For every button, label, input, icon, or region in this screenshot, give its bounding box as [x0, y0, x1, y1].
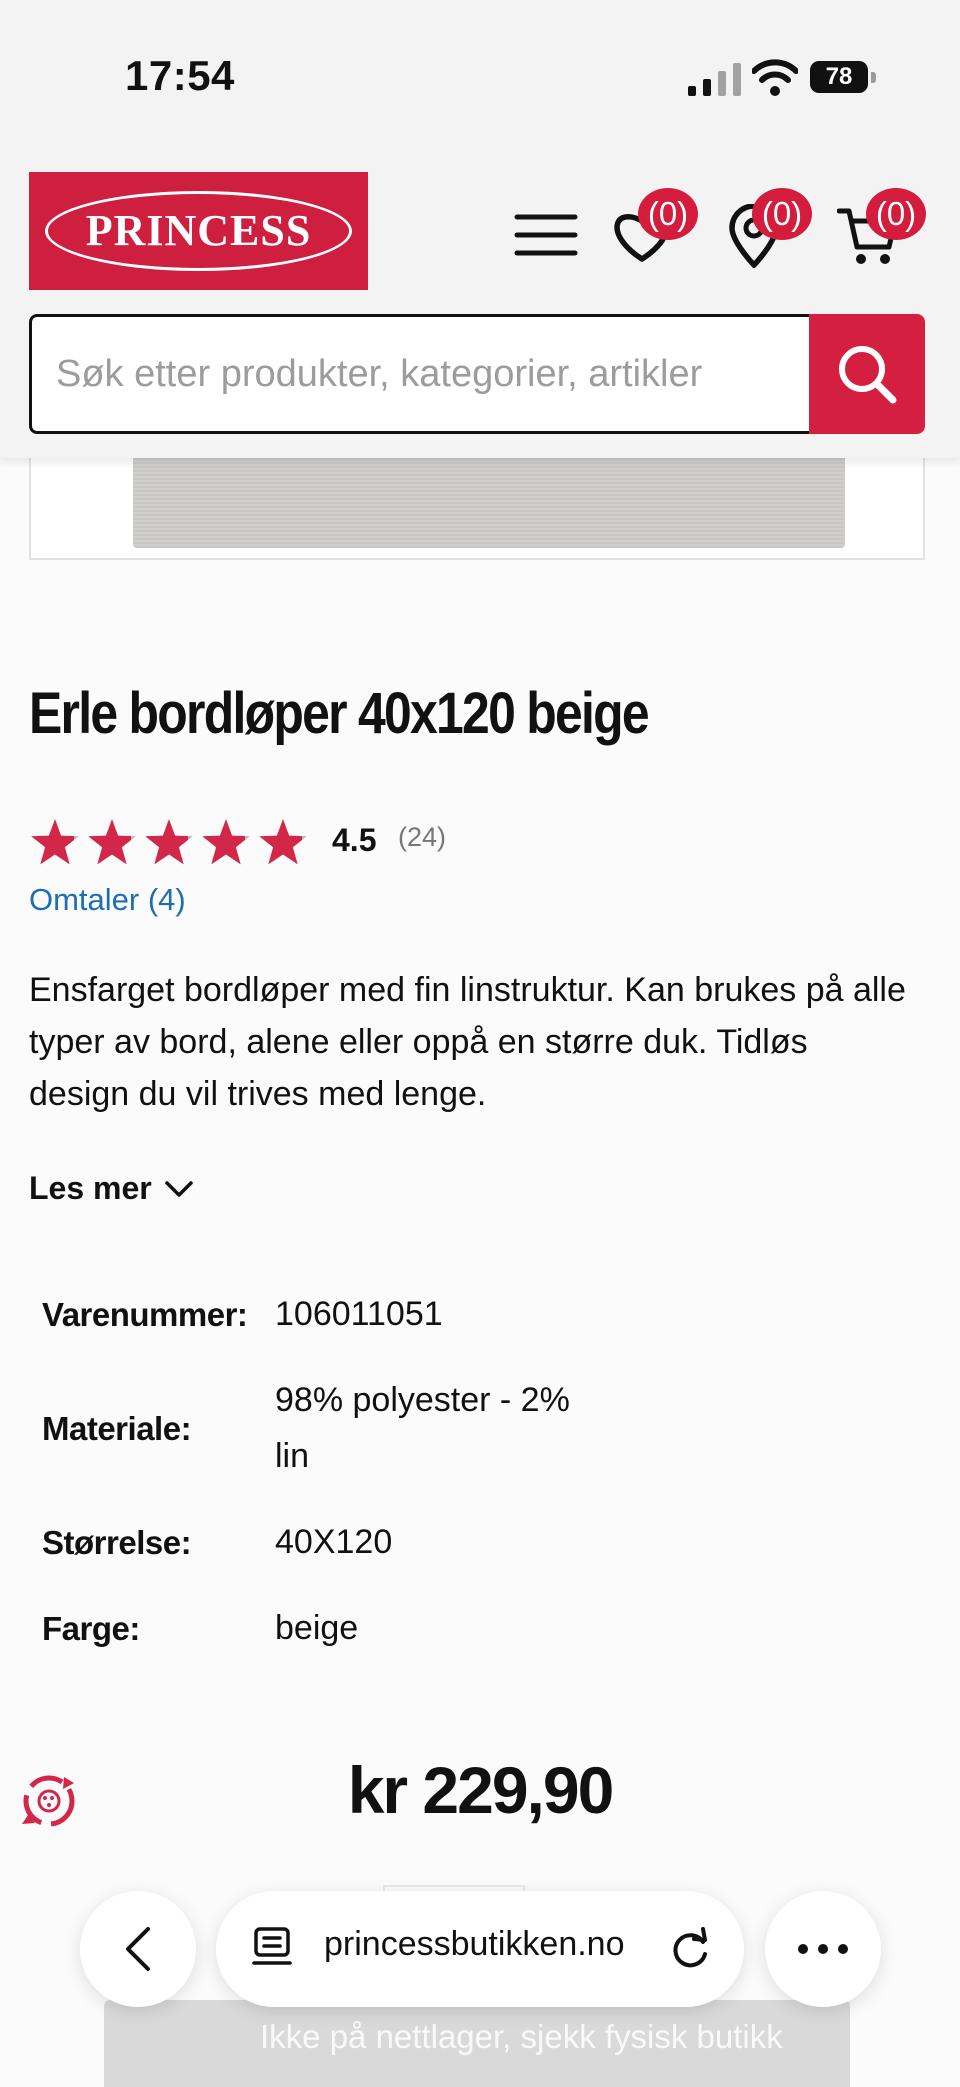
product-title: Erle bordløper 40x120 beige	[29, 681, 650, 746]
spec-value-material: 98% polyester - 2%	[275, 1381, 570, 1419]
status-bar: 17:54 78	[0, 0, 960, 160]
store-locator-button[interactable]: (0)	[718, 188, 812, 272]
stock-status-text: Ikke på nettlager, sjekk fysisk butikk	[260, 2018, 783, 2055]
rating-stars	[31, 819, 307, 865]
cellular-signal-icon	[688, 63, 741, 96]
chevron-down-icon	[164, 1180, 193, 1197]
hamburger-menu-icon	[514, 214, 578, 256]
store-count-badge: (0)	[752, 188, 812, 240]
browser-url: princessbutikken.no	[324, 1925, 625, 1963]
reload-icon[interactable]	[670, 1925, 712, 1971]
search-bar	[29, 314, 925, 434]
search-input[interactable]	[29, 314, 811, 434]
chevron-left-icon	[126, 1927, 150, 1971]
cart-button[interactable]: (0)	[832, 188, 926, 272]
spec-label-size: Størrelse:	[42, 1524, 192, 1561]
search-button[interactable]	[809, 314, 925, 434]
rating-value: 4.5	[332, 822, 377, 858]
browser-more-button[interactable]	[765, 1891, 881, 2007]
product-description: Ensfarget bordløper med fin linstruktur.…	[29, 971, 906, 1113]
reviews-link[interactable]: Omtaler (4)	[29, 882, 186, 918]
site-header: PRINCESS (0) (0) (0)	[0, 160, 960, 458]
cart-count-badge: (0)	[866, 188, 926, 240]
spec-label-color: Farge:	[42, 1610, 140, 1647]
read-more-label: Les mer	[29, 1170, 152, 1206]
spec-label-item-number: Varenummer:	[42, 1296, 248, 1333]
rating-count: (24)	[398, 822, 447, 852]
wifi-icon	[752, 59, 798, 96]
more-options-icon	[798, 1944, 848, 1954]
page-settings-icon	[252, 1927, 292, 1965]
logo-text: PRINCESS	[85, 206, 312, 255]
battery-level: 78	[810, 61, 868, 93]
product-price: kr 229,90	[347, 1753, 615, 1827]
spec-value-item-number: 106011051	[275, 1295, 443, 1333]
search-icon	[839, 346, 897, 404]
spec-value-material-line2: lin	[275, 1437, 310, 1475]
spec-value-color: beige	[275, 1609, 359, 1647]
wishlist-count-badge: (0)	[638, 188, 698, 240]
spec-value-size: 40X120	[275, 1523, 393, 1561]
menu-button[interactable]	[514, 206, 578, 264]
wishlist-button[interactable]: (0)	[606, 188, 698, 272]
battery-icon: 78	[810, 61, 876, 93]
read-more-toggle[interactable]: Les mer	[29, 1170, 194, 1207]
princess-logo[interactable]: PRINCESS	[29, 172, 368, 290]
spec-label-material: Materiale:	[42, 1410, 192, 1447]
status-time: 17:54	[125, 52, 235, 99]
browser-back-button[interactable]	[80, 1891, 196, 2007]
browser-address-bar[interactable]: princessbutikken.no	[216, 1891, 744, 2007]
